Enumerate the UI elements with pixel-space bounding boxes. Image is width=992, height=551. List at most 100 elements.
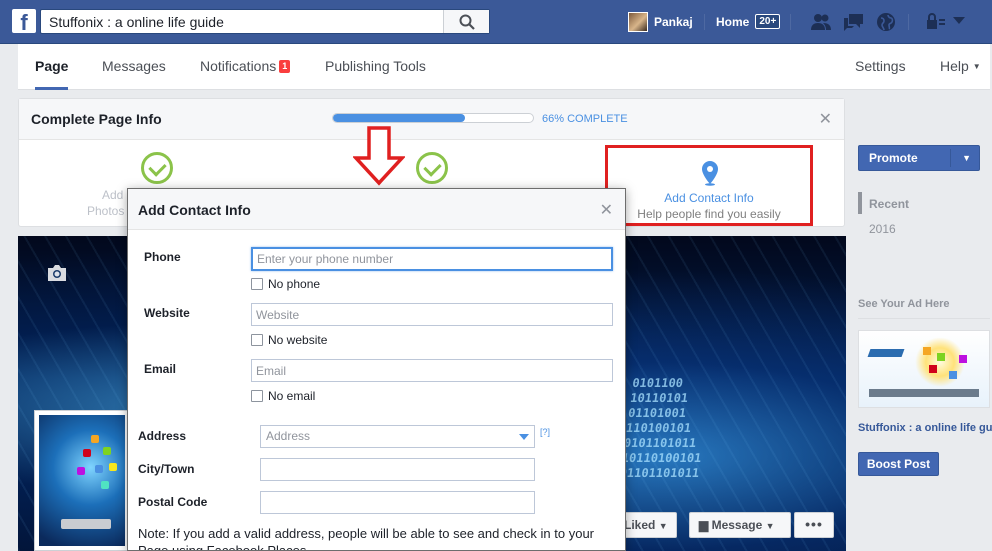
ad-image-shape — [929, 365, 937, 373]
close-icon[interactable]: ✕ — [819, 109, 832, 129]
no-email-checkbox[interactable] — [251, 390, 263, 402]
promote-button[interactable]: Promote ▼ — [858, 145, 980, 171]
account-menu-icon[interactable] — [952, 16, 966, 26]
message-label: Message — [711, 518, 763, 532]
ad-image-shape — [937, 353, 945, 361]
divider — [950, 149, 951, 167]
search-button[interactable] — [443, 10, 489, 33]
progress-bar — [332, 113, 534, 123]
home-link[interactable]: Home 20+ — [716, 14, 781, 29]
camera-icon[interactable] — [46, 264, 68, 282]
no-phone-label: No phone — [268, 277, 321, 291]
email-label: Email — [144, 362, 177, 376]
tab-page[interactable]: Page — [35, 44, 69, 90]
messages-icon[interactable] — [843, 12, 865, 32]
tab-label: Settings — [855, 58, 906, 74]
ad-image-shape — [867, 349, 905, 357]
add-contact-info-dialog: Add Contact Info ✕ Phone No phone Websit… — [127, 188, 626, 551]
tab-messages[interactable]: Messages — [102, 44, 166, 90]
website-label: Website — [144, 306, 190, 320]
divider — [790, 14, 791, 30]
tab-help[interactable]: Help ▼ — [940, 44, 981, 90]
city-field[interactable] — [260, 458, 535, 481]
dialog-title: Add Contact Info — [138, 202, 251, 218]
timeline-active-marker — [858, 192, 862, 214]
no-phone-option[interactable]: No phone — [251, 277, 320, 291]
divider — [908, 14, 909, 30]
email-field[interactable] — [251, 359, 613, 382]
postal-code-field[interactable] — [260, 491, 535, 514]
message-button[interactable]: ▆ Message ▼ — [689, 512, 791, 538]
location-pin-icon — [702, 161, 718, 186]
notifications-globe-icon[interactable] — [876, 12, 896, 32]
tab-label: Page — [35, 58, 69, 74]
close-icon[interactable]: ✕ — [600, 200, 613, 220]
address-label: Address — [138, 429, 187, 443]
chevron-down-icon — [519, 434, 529, 440]
no-website-checkbox[interactable] — [251, 334, 263, 346]
liked-button[interactable]: Liked ▼ — [624, 512, 677, 538]
panel-header: Complete Page Info 66% COMPLETE ✕ — [19, 99, 844, 140]
tab-label: Notifications — [200, 58, 277, 74]
ad-image-shape — [959, 355, 967, 363]
tab-notifications[interactable]: Notifications 1 — [200, 44, 291, 90]
no-phone-checkbox[interactable] — [251, 278, 263, 290]
user-name: Pankaj — [654, 15, 693, 29]
ad-image-shape — [923, 347, 931, 355]
home-label: Home — [716, 14, 750, 29]
no-email-label: No email — [268, 389, 316, 403]
chevron-down-icon: ▼ — [765, 521, 775, 531]
facebook-logo-icon[interactable]: f — [12, 9, 36, 33]
address-placeholder: Address — [266, 429, 311, 443]
check-circle-icon — [416, 152, 448, 184]
timeline-recent[interactable]: Recent — [869, 197, 909, 211]
timeline-year[interactable]: 2016 — [869, 222, 896, 236]
search-input[interactable] — [41, 10, 445, 33]
privacy-lock-icon[interactable] — [926, 12, 946, 30]
search-icon — [459, 14, 475, 30]
no-website-option[interactable]: No website — [251, 333, 327, 347]
ad-title[interactable]: Stuffonix : a online life guide — [858, 422, 992, 434]
top-bar: f Pankaj Home 20+ — [0, 0, 992, 44]
ad-heading: See Your Ad Here — [858, 298, 950, 310]
profile-picture[interactable] — [34, 410, 130, 551]
address-select[interactable]: Address — [260, 425, 535, 448]
no-email-option[interactable]: No email — [251, 389, 315, 403]
contact-tile-title: Add Contact Info — [664, 191, 754, 205]
divider — [704, 14, 705, 30]
phone-label: Phone — [144, 250, 181, 264]
progress-text: 66% COMPLETE — [542, 113, 628, 125]
postal-code-label: Postal Code — [138, 495, 208, 509]
faded-label: Photos — [87, 204, 125, 218]
tab-publishing-tools[interactable]: Publishing Tools — [325, 44, 426, 90]
ad-image[interactable] — [858, 330, 990, 408]
address-help-link[interactable]: [?] — [540, 427, 550, 437]
panel-title: Complete Page Info — [31, 111, 162, 127]
tab-label: Messages — [102, 58, 166, 74]
tab-label: Help — [940, 58, 969, 74]
contact-tile-subtitle: Help people find you easily — [637, 207, 781, 221]
phone-field[interactable] — [251, 247, 613, 271]
more-options-button[interactable]: ••• — [794, 512, 834, 538]
binary-text: 0101100 10110101 01101001 110100101 0101… — [618, 376, 703, 480]
address-note: Note: If you add a valid address, people… — [138, 526, 595, 551]
tab-settings[interactable]: Settings — [855, 44, 906, 90]
website-field[interactable] — [251, 303, 613, 326]
check-circle-icon — [141, 152, 173, 184]
progress-fill — [333, 114, 465, 122]
liked-label: Liked — [624, 518, 656, 532]
ad-image-shape — [949, 371, 957, 379]
notification-badge: 1 — [279, 60, 291, 73]
boost-post-button[interactable]: Boost Post — [858, 452, 939, 476]
faded-label: Add — [102, 188, 124, 202]
page-tabs: Page Messages Notifications 1 Publishing … — [18, 44, 990, 90]
chevron-down-icon: ▼ — [658, 521, 668, 531]
profile-link[interactable]: Pankaj — [628, 11, 693, 33]
search-box — [40, 9, 490, 34]
tab-label: Publishing Tools — [325, 58, 426, 74]
add-contact-info-tile[interactable]: Add Contact Info Help people find you ea… — [605, 145, 813, 226]
ad-image-bulb — [915, 337, 965, 387]
city-label: City/Town — [138, 462, 195, 476]
friend-requests-icon[interactable] — [810, 12, 832, 32]
message-icon: ▆ — [699, 518, 709, 532]
